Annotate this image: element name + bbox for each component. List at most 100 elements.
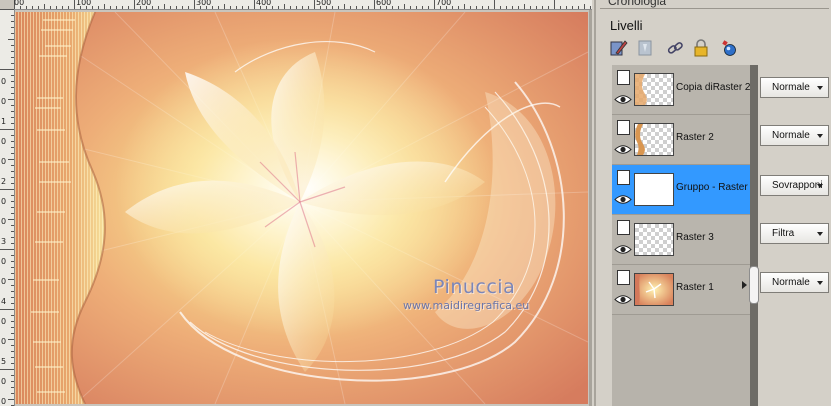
ruler-tick: [218, 6, 219, 9]
blend-mode-select[interactable]: Normale: [760, 77, 829, 98]
eye-icon[interactable]: [614, 144, 632, 155]
ruler-label: 0: [1, 257, 7, 266]
ruler-tick: [56, 6, 57, 9]
ruler-tick: [98, 6, 99, 9]
ruler-tick: [122, 6, 123, 9]
image-window[interactable]: 00 100 200 300 400 500 600 700 0010020030040050…: [0, 0, 592, 406]
ruler-label: 0: [1, 317, 7, 326]
ruler-tick: [482, 6, 483, 9]
ruler-tick: [38, 6, 39, 9]
ruler-tick: [296, 6, 297, 9]
history-panel-title[interactable]: Cronologia: [608, 0, 666, 8]
ruler-tick: [11, 225, 14, 226]
ruler-tick: [44, 4, 45, 9]
image-canvas[interactable]: Pinuccia www.maidiregrafica.eu: [15, 12, 588, 404]
brush-icon[interactable]: [610, 38, 628, 58]
ruler-tick: [116, 6, 117, 9]
ruler-tick: [194, 0, 195, 9]
layers-scroll-thumb[interactable]: [749, 266, 759, 304]
ruler-tick: [494, 0, 495, 9]
ruler-tick: [11, 183, 14, 184]
ruler-tick: [11, 333, 14, 334]
ruler-tick: [344, 4, 345, 9]
ruler-tick: [398, 6, 399, 9]
ruler-tick: [11, 243, 14, 244]
ruler-tick: [392, 6, 393, 9]
ruler-label: 4: [1, 297, 7, 306]
ruler-tick: [506, 6, 507, 9]
ruler-tick: [500, 6, 501, 9]
ruler-tick: [8, 279, 14, 280]
layers-scrollbar[interactable]: [750, 65, 758, 406]
layer-page-icon[interactable]: [617, 120, 630, 135]
eye-icon[interactable]: [614, 294, 632, 305]
ruler-tick: [11, 117, 14, 118]
link-icon[interactable]: [666, 38, 684, 58]
ruler-label: 0: [1, 157, 7, 166]
layer-row[interactable]: Copia diRaster 2: [612, 65, 750, 115]
ruler-tick: [470, 6, 471, 9]
ruler-tick: [284, 4, 285, 9]
ruler-label: 3: [1, 237, 7, 246]
ruler-tick: [11, 303, 14, 304]
ruler-tick: [11, 237, 14, 238]
ruler-tick: [11, 201, 14, 202]
layer-name: Raster 2: [676, 132, 714, 143]
ruler-tick: [152, 6, 153, 9]
ruler-tick: [11, 393, 14, 394]
eye-icon[interactable]: [614, 94, 632, 105]
ruler-tick: [374, 0, 375, 9]
ruler-tick: [11, 75, 14, 76]
layer-page-icon[interactable]: [617, 70, 630, 85]
ruler-label: 600: [376, 0, 392, 7]
layer-page-icon[interactable]: [617, 270, 630, 285]
ruler-tick: [248, 6, 249, 9]
eye-icon[interactable]: [614, 194, 632, 205]
properties-icon[interactable]: [720, 38, 738, 58]
layer-name: Raster 3: [676, 232, 714, 243]
canvas-vertical-scrollbar[interactable]: [589, 10, 592, 406]
mask-icon[interactable]: [636, 38, 654, 58]
layer-row-selected[interactable]: Gruppo - Raster 4: [612, 165, 756, 215]
watermark-url: www.maidiregrafica.eu: [403, 299, 530, 312]
ruler-tick: [11, 345, 14, 346]
layers-list: Copia diRaster 2 Raster 2 Gruppo - Raste…: [612, 65, 756, 406]
ruler-tick: [272, 6, 273, 9]
ruler-tick: [8, 159, 14, 160]
ruler-tick: [8, 39, 14, 40]
chevron-down-icon: [817, 184, 823, 188]
layer-row[interactable]: Raster 3: [612, 215, 750, 265]
ruler-tick: [11, 315, 14, 316]
eye-icon[interactable]: [614, 244, 632, 255]
ruler-tick: [0, 189, 14, 190]
blend-mode-select[interactable]: Sovrapponi: [760, 175, 829, 196]
ruler-tick: [8, 219, 14, 220]
ruler-tick: [452, 6, 453, 9]
ruler-label: 100: [76, 0, 92, 7]
blend-mode-select[interactable]: Normale: [760, 125, 829, 146]
layer-thumbnail: [634, 73, 674, 106]
ruler-tick: [11, 177, 14, 178]
ruler-tick: [11, 135, 14, 136]
ruler-label: 00: [14, 0, 25, 7]
ruler-tick: [524, 4, 525, 9]
ruler-tick: [11, 381, 14, 382]
ruler-tick: [488, 6, 489, 9]
ruler-tick: [314, 0, 315, 9]
blend-mode-select[interactable]: Filtra: [760, 223, 829, 244]
ruler-tick: [518, 6, 519, 9]
ruler-tick: [224, 4, 225, 9]
blend-mode-select[interactable]: Normale: [760, 272, 829, 293]
layer-page-icon[interactable]: [617, 220, 630, 235]
layer-row[interactable]: Raster 1: [612, 265, 750, 315]
ruler-tick: [11, 105, 14, 106]
ruler-label: 200: [136, 0, 152, 7]
layer-page-icon[interactable]: [617, 170, 630, 185]
ruler-tick: [332, 6, 333, 9]
ruler-tick: [170, 6, 171, 9]
ruler-tick: [572, 6, 573, 9]
lock-icon[interactable]: [692, 38, 710, 58]
layer-name: Copia diRaster 2: [676, 82, 751, 93]
ruler-tick: [338, 6, 339, 9]
layer-row[interactable]: Raster 2: [612, 115, 750, 165]
